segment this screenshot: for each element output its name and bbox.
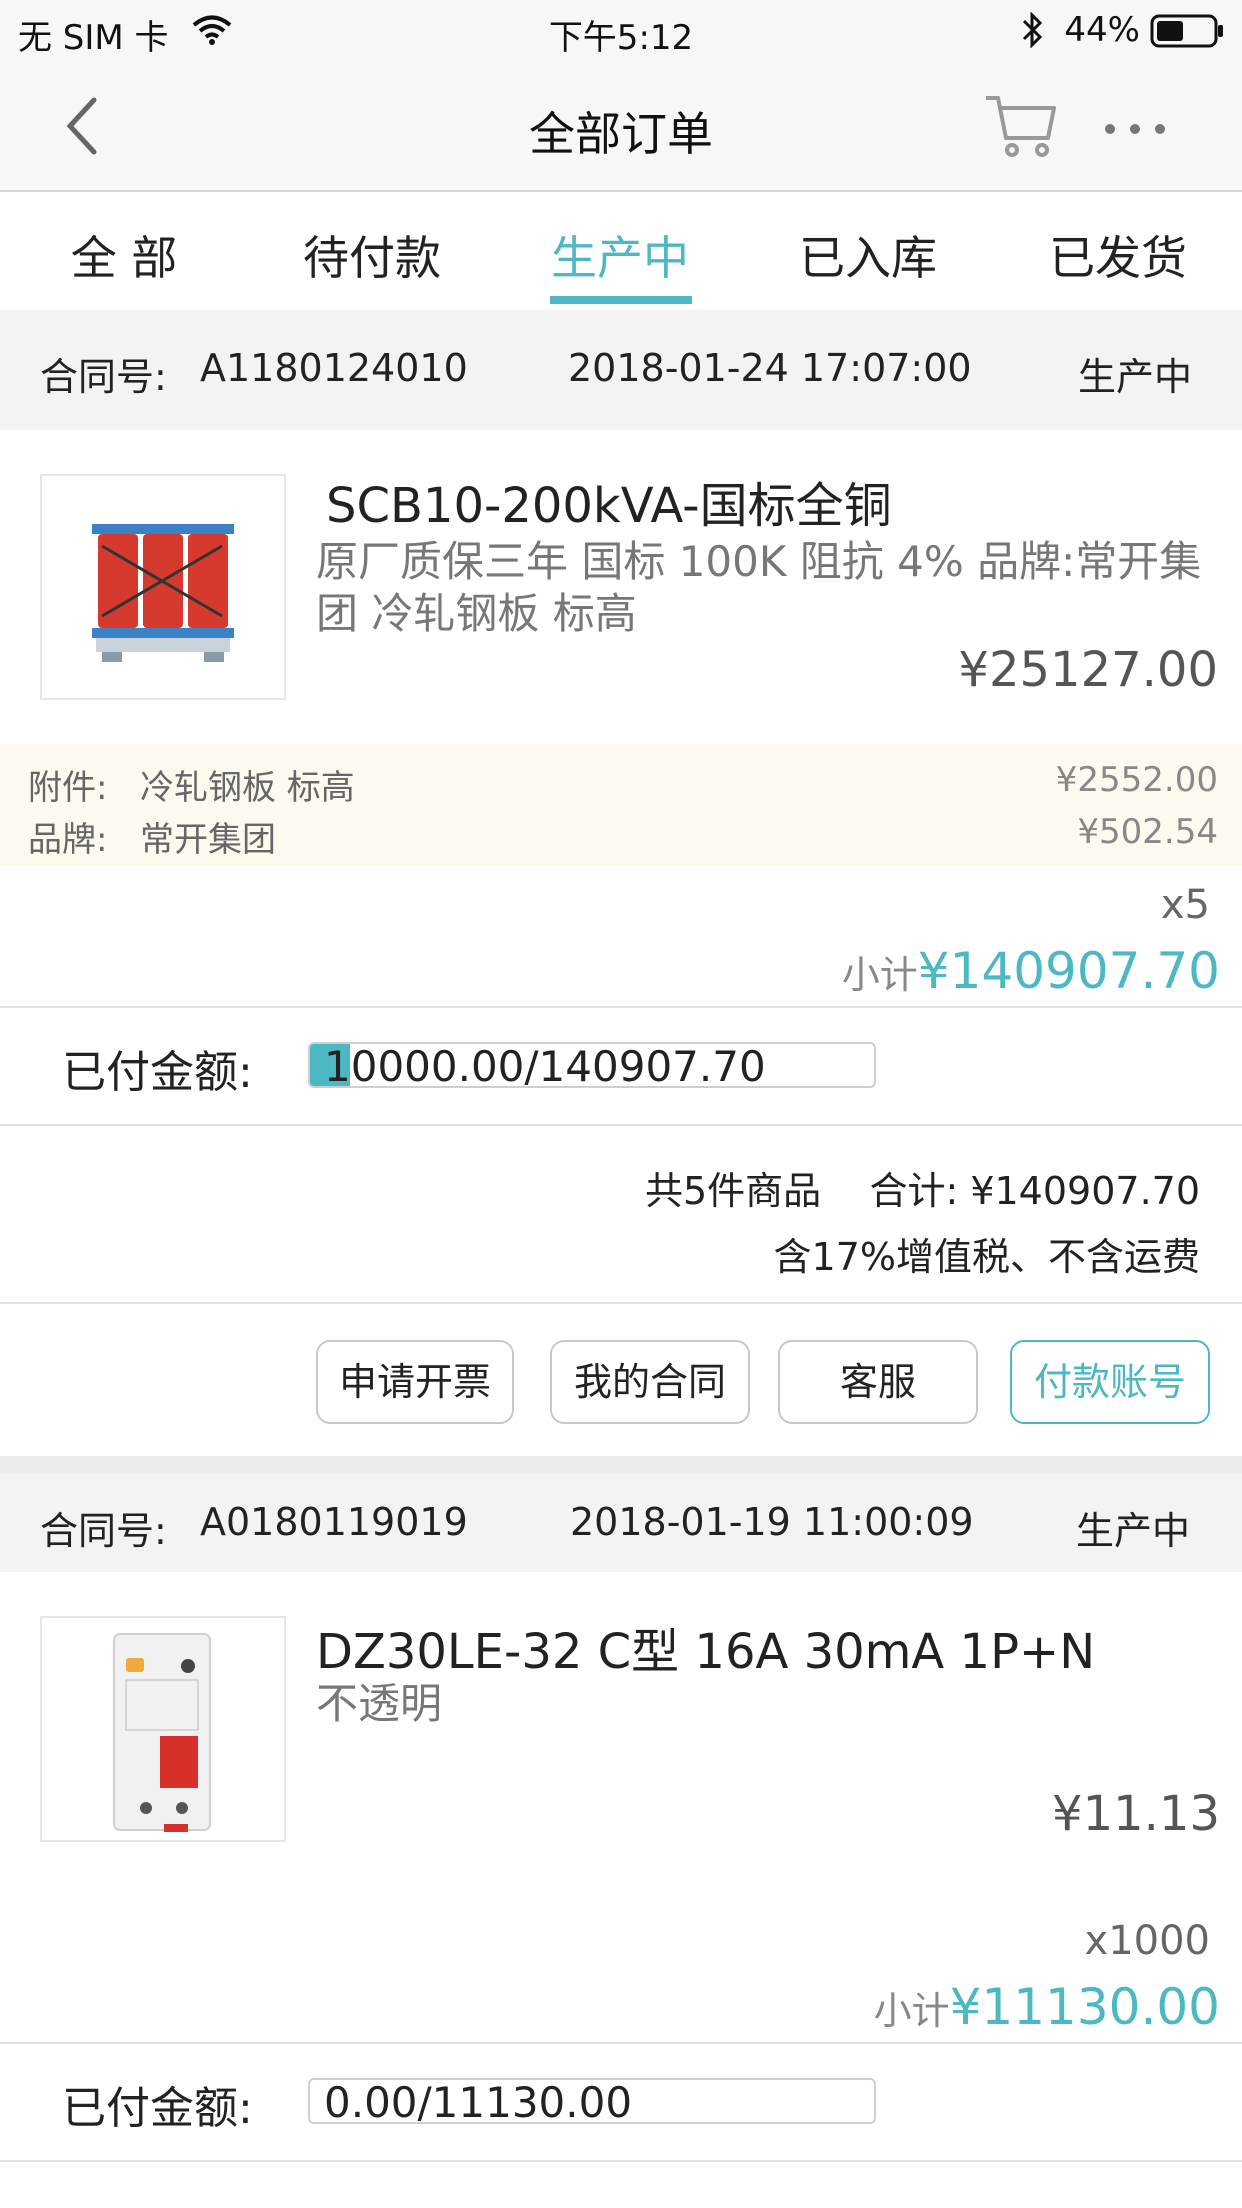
request-invoice-button[interactable]: 申请开票 [316,1340,514,1424]
attr-price: ¥502.54 [1077,812,1218,852]
contract-label: 合同号: [40,355,167,399]
paid-progress-text: 0.00/11130.00 [324,2078,633,2124]
order-header: 合同号: A1180124010 2018-01-24 17:07:00 生产中 [0,310,1242,430]
contract-number: A1180124010 [200,346,468,390]
tab-all[interactable]: 全 部 [0,222,248,288]
cart-icon[interactable] [984,92,1058,164]
paid-progress-text: 10000.00/140907.70 [324,1042,766,1088]
divider [0,1124,1242,1126]
attr-value: 冷轧钢板 标高 [140,768,355,808]
subtotal-amount: ¥140907.70 [917,942,1220,1000]
paid-amount-label: 已付金额: [62,1047,253,1098]
product-image-breaker[interactable] [40,1616,286,1842]
subtotal-label: 小计 [873,1989,950,2033]
contract-number: A0180119019 [200,1500,468,1544]
product-name[interactable]: SCB10-200kVA-国标全铜 [326,466,892,536]
battery-percent: 44% [1064,10,1140,50]
product-description: 不透明 [316,1679,443,1728]
attr-value: 常开集团 [140,820,276,860]
my-contract-button[interactable]: 我的合同 [550,1340,750,1424]
payment-account-button[interactable]: 付款账号 [1010,1340,1210,1424]
quantity: x1000 [1084,1918,1210,1964]
status-time: 下午5:12 [548,18,694,58]
tab-shipped[interactable]: 已发货 [994,222,1242,288]
quantity: x5 [1160,882,1210,928]
order-header: 合同号: A0180119019 2018-01-19 11:00:09 生产中 [0,1474,1242,1572]
divider [0,2160,1242,2162]
tab-pending-payment[interactable]: 待付款 [248,222,496,288]
order-status: 生产中 [1078,355,1193,399]
paid-amount-label: 已付金额: [62,2083,253,2134]
order-summary: 共5件商品 合计: ¥140907.70 [644,1169,1200,1213]
unit-price: ¥11.13 [1052,1786,1220,1842]
divider [0,1006,1242,1008]
product-attributes: 附件: 冷轧钢板 标高 ¥2552.00 品牌: 常开集团 ¥502.54 [0,744,1242,866]
divider [0,1302,1242,1304]
order-datetime: 2018-01-19 11:00:09 [570,1500,974,1544]
attr-label: 附件: [28,768,108,808]
product-image-transformer[interactable] [40,474,286,700]
battery-icon [1150,14,1226,52]
attr-price: ¥2552.00 [1055,760,1218,800]
customer-service-button[interactable]: 客服 [778,1340,978,1424]
active-tab-indicator [550,296,692,304]
tab-in-production[interactable]: 生产中 [496,222,744,288]
subtotal: 小计¥11130.00 [874,1978,1220,2036]
contract-label: 合同号: [40,1509,167,1553]
bluetooth-icon [1020,11,1044,52]
subtotal-amount: ¥11130.00 [949,1978,1220,2036]
subtotal: 小计¥140907.70 [842,942,1220,1000]
product-name[interactable]: DZ30LE-32 C型 16A 30mA 1P+N [316,1612,1095,1682]
tax-note: 含17%增值税、不含运费 [773,1235,1200,1279]
unit-price: ¥25127.00 [958,642,1218,698]
more-dots-icon[interactable] [1104,120,1166,139]
nav-bar: 全部订单 [0,60,1242,192]
product-description: 原厂质保三年 国标 100K 阻抗 4% 品牌:常开集团 冷轧钢板 标高 [316,537,1202,638]
subtotal-label: 小计 [841,953,918,997]
divider [0,2042,1242,2044]
order-datetime: 2018-01-24 17:07:00 [568,346,972,390]
order-tabs: 全 部 待付款 生产中 已入库 已发货 [0,192,1242,308]
order-separator [0,1456,1242,1474]
order-status: 生产中 [1076,1509,1191,1553]
tab-in-stock[interactable]: 已入库 [744,222,992,288]
attr-label: 品牌: [28,820,108,860]
status-bar: 无 SIM 卡 下午5:12 44% [0,0,1242,60]
paid-progress-bar: 10000.00/140907.70 [308,1042,876,1088]
paid-progress-bar: 0.00/11130.00 [308,2078,876,2124]
